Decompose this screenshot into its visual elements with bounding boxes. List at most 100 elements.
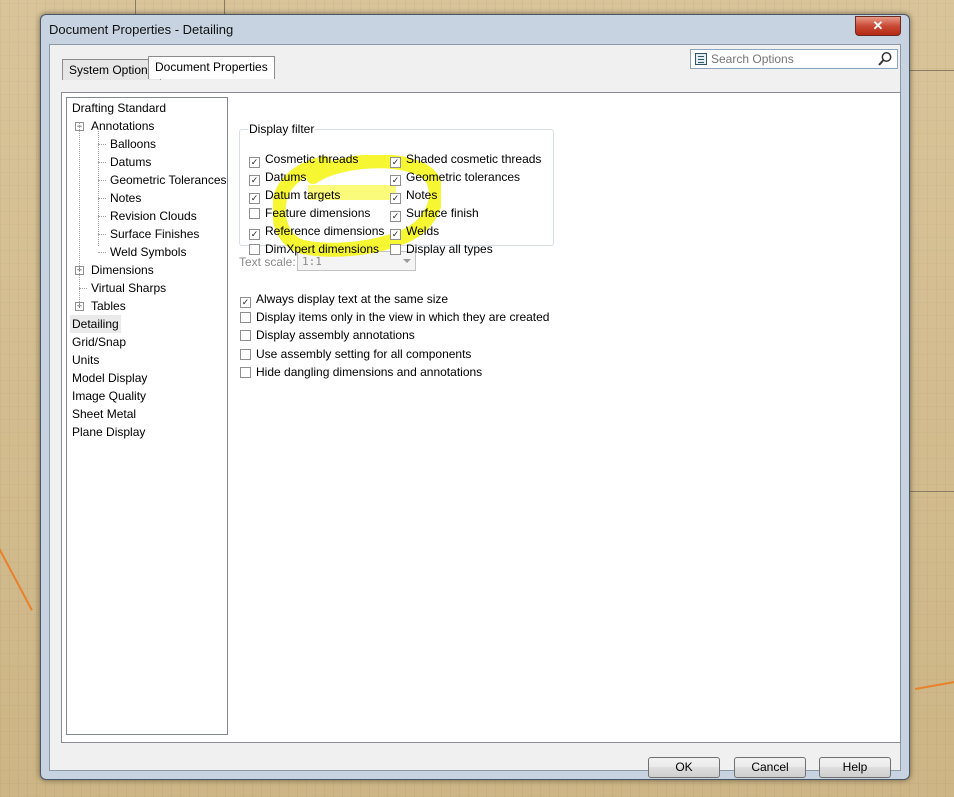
- tab-document-properties[interactable]: Document Properties: [148, 56, 275, 79]
- checkbox-checked[interactable]: ✓: [249, 193, 260, 204]
- tree-item[interactable]: Drafting Standard: [72, 99, 166, 117]
- display-filter-checkbox[interactable]: ✓ Datum targets: [249, 187, 340, 204]
- checkbox-label: Display all types: [406, 242, 493, 256]
- tree-item-label: Tables: [91, 299, 126, 313]
- tree-item[interactable]: Annotations: [91, 117, 154, 135]
- tree-connector: [98, 252, 106, 253]
- title-bar[interactable]: Document Properties - Detailing ✕: [41, 15, 909, 45]
- display-filter-checkbox[interactable]: ✓ Welds: [390, 223, 440, 240]
- display-filter-checkbox[interactable]: ✓ Geometric tolerances: [390, 169, 520, 186]
- checkbox-label: Surface finish: [406, 206, 479, 220]
- tab-system-options[interactable]: System Options: [62, 59, 161, 80]
- tree-item[interactable]: Grid/Snap: [72, 333, 126, 351]
- tab-label: Document Properties: [155, 60, 268, 74]
- checkbox-label: Welds: [406, 224, 440, 238]
- tree-item[interactable]: Virtual Sharps: [91, 279, 166, 297]
- tree-item[interactable]: Geometric Tolerances: [110, 171, 227, 189]
- tree-item[interactable]: Tables: [91, 297, 126, 315]
- cancel-button[interactable]: Cancel: [734, 757, 806, 778]
- tree-connector: [98, 162, 106, 163]
- checkbox-unchecked[interactable]: [249, 244, 260, 255]
- checkbox-label: Notes: [406, 188, 438, 202]
- option-checkbox[interactable]: Display assembly annotations: [240, 327, 415, 343]
- tree-connector: [98, 198, 106, 199]
- options-list-icon: [695, 53, 707, 65]
- tree-item[interactable]: Plane Display: [72, 423, 145, 441]
- tree-item[interactable]: Balloons: [110, 135, 156, 153]
- search-icon[interactable]: [877, 51, 893, 67]
- tree-item[interactable]: Model Display: [72, 369, 147, 387]
- display-filter-checkbox[interactable]: Display all types: [390, 241, 493, 257]
- window-title: Document Properties - Detailing: [49, 22, 234, 37]
- display-filter-checkbox[interactable]: ✓ Notes: [390, 187, 438, 204]
- help-button[interactable]: Help: [819, 757, 891, 778]
- tree-item-label: Detailing: [72, 317, 119, 331]
- checkbox-label: Cosmetic threads: [265, 152, 359, 166]
- display-filter-checkbox[interactable]: ✓ Surface finish: [390, 205, 479, 222]
- checkbox-label: Display assembly annotations: [256, 328, 415, 342]
- tree-item[interactable]: Detailing: [70, 315, 121, 333]
- text-scale-label: Text scale:: [239, 255, 296, 269]
- tree-item[interactable]: Image Quality: [72, 387, 146, 405]
- option-checkbox[interactable]: ✓ Always display text at the same size: [240, 291, 449, 308]
- tree-item-label: Units: [72, 353, 100, 367]
- checkbox-unchecked[interactable]: [240, 312, 251, 323]
- ok-button[interactable]: OK: [648, 757, 720, 778]
- checkbox-checked[interactable]: ✓: [390, 193, 401, 204]
- display-filter-checkbox[interactable]: ✓ Datums: [249, 169, 307, 186]
- tree-item-label: Weld Symbols: [110, 245, 187, 259]
- dialog-client: System Options Document Properties Draft…: [49, 44, 901, 778]
- close-button[interactable]: ✕: [855, 16, 901, 36]
- checkbox-unchecked[interactable]: [240, 349, 251, 360]
- checkbox-checked[interactable]: ✓: [249, 229, 260, 240]
- tree-item[interactable]: Notes: [110, 189, 141, 207]
- checkbox-checked[interactable]: ✓: [249, 157, 260, 168]
- checkbox-checked[interactable]: ✓: [390, 229, 401, 240]
- checkbox-label: Always display text at the same size: [256, 292, 449, 306]
- checkbox-unchecked[interactable]: [240, 330, 251, 341]
- checkbox-checked[interactable]: ✓: [249, 175, 260, 186]
- tree-item-label: Drafting Standard: [72, 101, 167, 115]
- display-filter-checkbox[interactable]: ✓ Reference dimensions: [249, 223, 384, 240]
- display-filter-checkbox[interactable]: ✓ Cosmetic threads: [249, 151, 359, 168]
- tree-item-label: Datums: [110, 155, 152, 169]
- tree-item[interactable]: Weld Symbols: [110, 243, 186, 261]
- display-filter-label: Display filter: [248, 122, 316, 136]
- checkbox-label: Display items only in the view in which …: [256, 310, 550, 324]
- option-checkbox[interactable]: Hide dangling dimensions and annotations: [240, 364, 482, 380]
- options-tree[interactable]: Drafting Standard Annotations − Balloons Dat…: [66, 97, 228, 735]
- tree-connector: [98, 216, 106, 217]
- tree-item[interactable]: Surface Finishes: [110, 225, 199, 243]
- checkbox-checked[interactable]: ✓: [390, 157, 401, 168]
- tree-connector: [98, 234, 106, 235]
- option-checkbox[interactable]: Use assembly setting for all components: [240, 346, 471, 362]
- checkbox-unchecked[interactable]: [240, 367, 251, 378]
- background-edge: [0, 548, 33, 611]
- checkbox-unchecked[interactable]: [390, 244, 401, 255]
- tree-item[interactable]: Datums: [110, 153, 151, 171]
- tree-item[interactable]: Revision Clouds: [110, 207, 197, 225]
- tree-connector: [79, 122, 80, 306]
- tree-item-label: Surface Finishes: [110, 227, 200, 241]
- tab-label: System Options: [69, 63, 154, 77]
- display-filter-checkbox[interactable]: ✓ Shaded cosmetic threads: [390, 151, 541, 168]
- search-input[interactable]: [711, 51, 871, 67]
- display-filter-checkbox[interactable]: Feature dimensions: [249, 205, 370, 221]
- tree-item[interactable]: Units: [72, 351, 99, 369]
- tree-item-label: Balloons: [110, 137, 157, 151]
- checkbox-label: Feature dimensions: [265, 206, 371, 220]
- search-options-box[interactable]: [690, 49, 898, 69]
- tree-item-label: Revision Clouds: [110, 209, 197, 223]
- checkbox-checked[interactable]: ✓: [240, 297, 251, 308]
- checkbox-label: Datums: [265, 170, 307, 184]
- option-checkbox[interactable]: Display items only in the view in which …: [240, 309, 549, 325]
- checkbox-checked[interactable]: ✓: [390, 211, 401, 222]
- checkbox-unchecked[interactable]: [249, 208, 260, 219]
- tree-item[interactable]: Dimensions: [91, 261, 154, 279]
- checkbox-checked[interactable]: ✓: [390, 175, 401, 186]
- checkbox-label: Use assembly setting for all components: [256, 347, 472, 361]
- tree-item[interactable]: Sheet Metal: [72, 405, 136, 423]
- display-filter-checkbox[interactable]: DimXpert dimensions: [249, 241, 379, 257]
- tree-item-label: Annotations: [91, 119, 155, 133]
- tree-item-label: Geometric Tolerances: [110, 173, 227, 187]
